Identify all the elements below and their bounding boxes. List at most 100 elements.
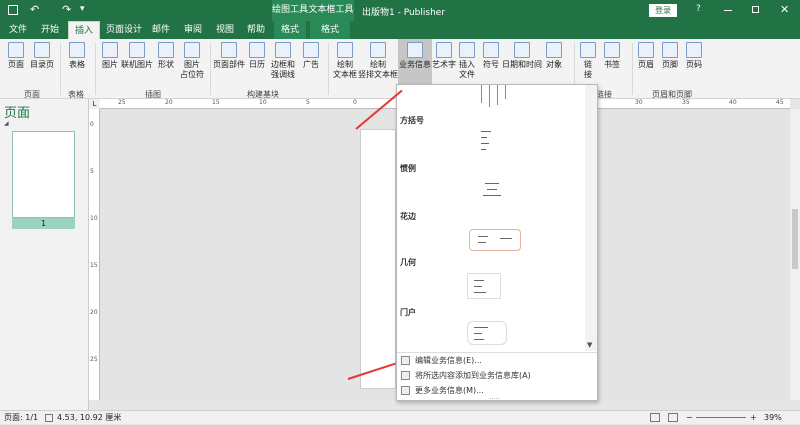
ruler-tick-label: 35 (682, 99, 690, 106)
wordart-button[interactable]: 艺术字 (430, 39, 458, 70)
shapes-button[interactable]: 形状 (154, 39, 178, 70)
add-to-gallery-icon (401, 371, 410, 380)
calendar-icon (249, 42, 265, 58)
close-icon[interactable]: ✕ (780, 3, 789, 16)
calendar-button[interactable]: 日历 (246, 39, 268, 70)
picture-placeholder-button[interactable]: 图片 占位符 (178, 39, 206, 80)
edit-business-info-menu-item[interactable]: 编辑业务信息(E)... (397, 353, 597, 368)
customize-quick-access-icon[interactable]: ▾ (80, 4, 85, 14)
picture-placeholder-icon (184, 42, 200, 58)
picture-button[interactable]: 图片 (98, 39, 122, 70)
add-to-business-info-gallery-menu-item[interactable]: 将所选内容添加到业务信息库(A) (397, 368, 597, 383)
tab-insert[interactable]: 插入 (68, 21, 100, 39)
page-button[interactable]: 页面 (4, 39, 28, 70)
ads-button[interactable]: 广告 (298, 39, 324, 70)
page-indicator[interactable]: 页面: 1/1 (4, 411, 38, 425)
zoom-level[interactable]: 39% (764, 411, 782, 425)
gallery-item-convention[interactable] (467, 177, 517, 211)
ruler-tick-label: 20 (165, 99, 173, 106)
two-page-view-icon[interactable] (668, 413, 678, 422)
scroll-thumb[interactable] (792, 209, 798, 269)
ruler-tick-label: 5 (90, 168, 94, 175)
tab-mailings[interactable]: 邮件 (148, 21, 174, 39)
insert-file-icon (459, 42, 475, 58)
category-brackets: 方括号 (400, 116, 424, 125)
textbox-icon (337, 42, 353, 58)
gallery-scroll-down-icon[interactable]: ▼ (587, 341, 592, 349)
vertical-ruler[interactable]: 0 5 10 15 20 25 (89, 109, 100, 400)
ruler-tick-label: 25 (90, 356, 98, 363)
online-picture-button[interactable]: 联机图片 (120, 39, 154, 70)
tab-review[interactable]: 审阅 (180, 21, 206, 39)
shapes-icon (158, 42, 174, 58)
tab-home[interactable]: 开始 (36, 21, 64, 39)
edit-business-info-icon (401, 356, 410, 365)
symbol-icon (483, 42, 499, 58)
gallery-scrollbar[interactable] (585, 85, 597, 351)
table-icon (69, 42, 85, 58)
ruler-tick-label: 45 (776, 99, 784, 106)
table-button[interactable]: 表格 (63, 39, 91, 70)
link-button[interactable]: 链 接 (578, 39, 598, 80)
more-business-info-icon (401, 386, 410, 395)
ruler-tick-label: 15 (90, 262, 98, 269)
draw-vertical-textbox-button[interactable]: 绘制 竖排文本框 (358, 39, 398, 80)
insert-file-button[interactable]: 插入 文件 (456, 39, 478, 80)
draw-textbox-button[interactable]: 绘制 文本框 (330, 39, 360, 80)
document-title: 出版物1 - Publisher (362, 8, 446, 18)
undo-icon[interactable]: ↶ (30, 3, 39, 16)
ruler-tick-label: 25 (118, 99, 126, 106)
page-thumbnail-number: 1 (12, 218, 75, 229)
ruler-tick-label: 30 (635, 99, 643, 106)
header-button[interactable]: 页眉 (634, 39, 658, 70)
toc-icon (34, 42, 50, 58)
ruler-tick-label: 40 (729, 99, 737, 106)
collapse-triangle-icon[interactable]: ◢ (4, 120, 9, 127)
borders-button[interactable]: 边框和 强调线 (268, 39, 298, 80)
datetime-button[interactable]: 日期和时间 (502, 39, 542, 70)
category-convention: 惯例 (400, 164, 416, 173)
ruler-tick-label: 10 (259, 99, 267, 106)
page-parts-button[interactable]: 页面部件 (212, 39, 246, 70)
minimize-icon[interactable] (724, 10, 732, 11)
footer-button[interactable]: 页脚 (658, 39, 682, 70)
wordart-icon (436, 42, 452, 58)
page-thumbnail[interactable] (12, 131, 75, 218)
object-button[interactable]: 对象 (543, 39, 565, 70)
ruler-tick-label: 5 (306, 99, 310, 106)
vertical-scrollbar[interactable] (790, 109, 800, 400)
zoom-slider[interactable] (696, 417, 746, 418)
gallery-item-lace[interactable] (469, 229, 521, 251)
gallery-item-top-partial[interactable] (477, 85, 517, 107)
zoom-in-icon[interactable]: + (750, 411, 757, 425)
login-button[interactable]: 登录 (649, 4, 677, 17)
ruler-corner[interactable]: L (89, 99, 100, 109)
redo-icon[interactable]: ↷ (62, 3, 71, 16)
zoom-out-icon[interactable]: − (686, 411, 693, 425)
tab-view[interactable]: 视图 (212, 21, 238, 39)
publication-page[interactable] (360, 129, 396, 389)
symbol-button[interactable]: 符号 (480, 39, 502, 70)
tab-format-draw[interactable]: 格式 (274, 21, 306, 39)
business-info-button[interactable]: 业务信息 (398, 39, 432, 85)
tab-format-textbox[interactable]: 格式 (310, 21, 350, 39)
gallery-item-portal[interactable] (467, 321, 507, 345)
tab-help[interactable]: 帮助 (242, 21, 270, 39)
restore-icon[interactable] (752, 6, 759, 13)
ruler-tick-label: 10 (90, 215, 98, 222)
resize-grip[interactable]: ..... (489, 393, 500, 401)
toc-button[interactable]: 目录页 (28, 39, 56, 70)
gallery-item-geometry[interactable] (467, 273, 501, 299)
page-pane-title: 页面 (4, 106, 31, 121)
ruler-tick-label: 0 (90, 121, 94, 128)
gallery-item-brackets[interactable] (467, 127, 517, 161)
single-page-view-icon[interactable] (650, 413, 660, 422)
title-bar: ↶ ↷ ▾ 绘图工具 文本框工具 出版物1 - Publisher 登录 ? ✕ (0, 0, 800, 21)
bookmark-button[interactable]: 书签 (600, 39, 624, 70)
tab-page-design[interactable]: 页面设计 (104, 21, 144, 39)
page-number-button[interactable]: 页码 (682, 39, 706, 70)
save-icon[interactable] (8, 5, 18, 15)
ruler-tick-label: 0 (353, 99, 357, 106)
help-icon[interactable]: ? (696, 4, 701, 14)
tab-file[interactable]: 文件 (4, 21, 32, 39)
